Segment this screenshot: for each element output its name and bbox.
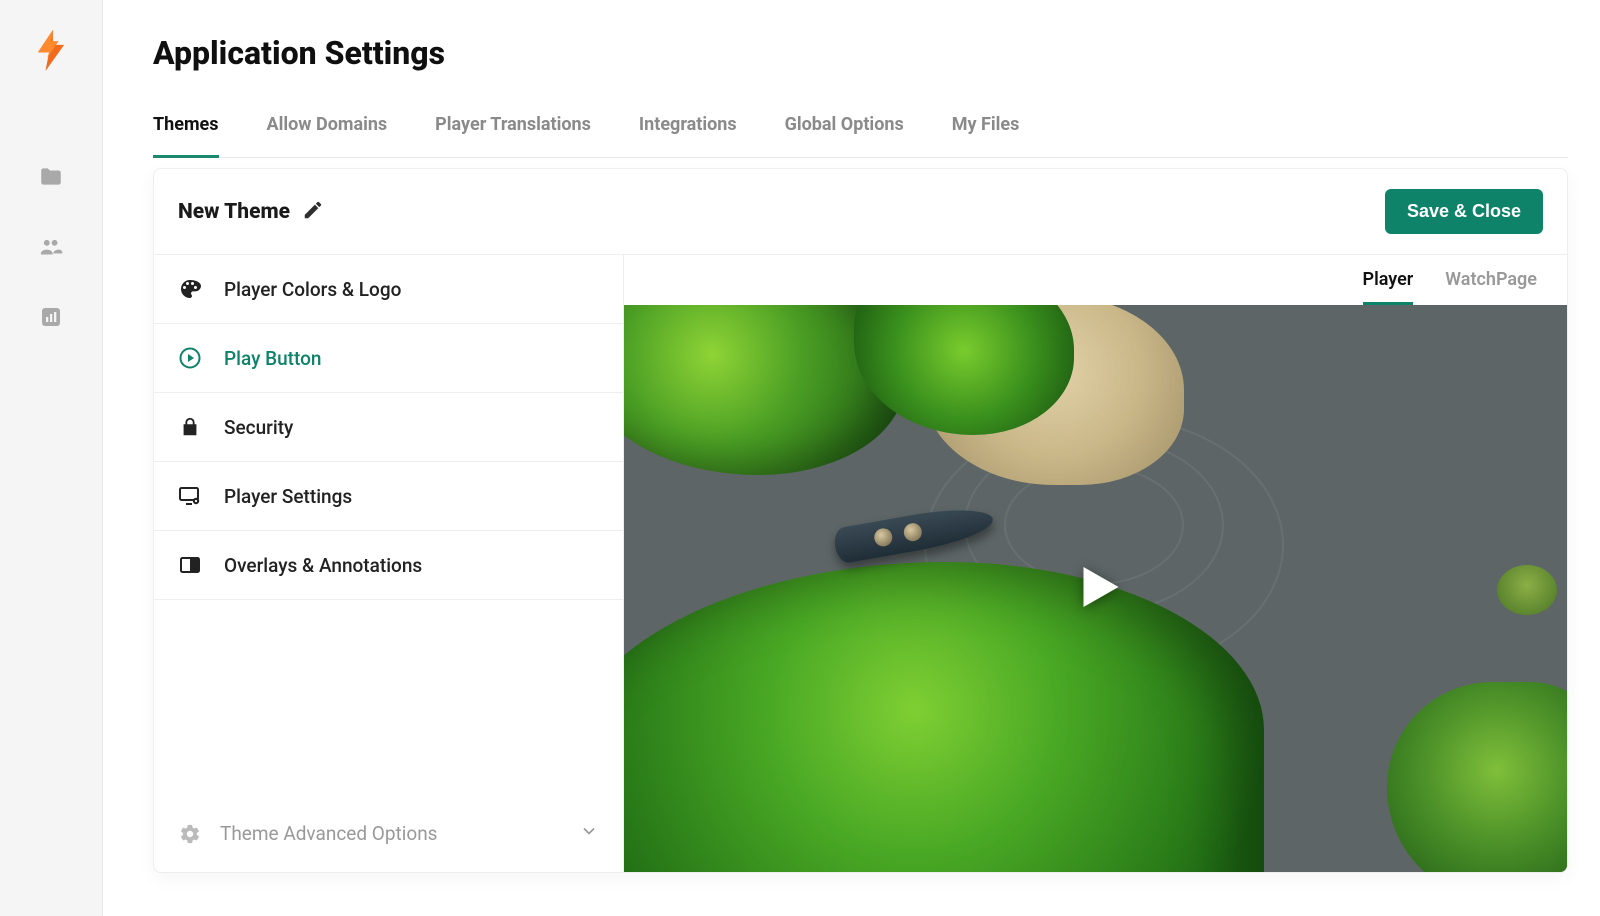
app-logo[interactable] — [31, 28, 71, 77]
preview-tab-watchpage[interactable]: WatchPage — [1445, 269, 1537, 305]
bar-chart-icon — [39, 305, 63, 329]
lock-icon — [178, 415, 202, 439]
side-item-label: Player Settings — [224, 485, 352, 508]
save-close-button[interactable]: Save & Close — [1385, 189, 1543, 234]
tab-integrations[interactable]: Integrations — [639, 114, 737, 158]
theme-settings-list: Player Colors & Logo Play Button Securit… — [154, 255, 624, 872]
side-item-play-button[interactable]: Play Button — [154, 324, 623, 393]
tab-player-translations[interactable]: Player Translations — [435, 114, 591, 158]
theme-name: New Theme — [178, 200, 290, 224]
tab-global-options[interactable]: Global Options — [785, 114, 904, 158]
side-item-label: Security — [224, 416, 293, 439]
users-icon — [38, 234, 64, 260]
pencil-icon — [302, 199, 324, 221]
preview-tab-player[interactable]: Player — [1363, 269, 1414, 305]
side-item-label: Player Colors & Logo — [224, 278, 401, 301]
play-circle-icon — [178, 346, 202, 370]
nav-folder[interactable] — [36, 162, 66, 192]
side-item-player-colors-logo[interactable]: Player Colors & Logo — [154, 255, 623, 324]
side-item-label: Play Button — [224, 347, 321, 370]
side-item-overlays-annotations[interactable]: Overlays & Annotations — [154, 531, 623, 600]
settings-tabs: Themes Allow Domains Player Translations… — [153, 114, 1568, 158]
nav-analytics[interactable] — [36, 302, 66, 332]
gear-icon — [178, 822, 202, 846]
theme-advanced-options[interactable]: Theme Advanced Options — [154, 801, 623, 872]
page-title: Application Settings — [153, 34, 1600, 72]
overlay-icon — [178, 553, 202, 577]
tab-my-files[interactable]: My Files — [952, 114, 1020, 158]
edit-theme-name-button[interactable] — [302, 199, 324, 225]
video-preview — [624, 305, 1567, 872]
foliage-small — [1497, 565, 1557, 615]
gear-monitor-icon — [178, 484, 202, 508]
side-item-label: Overlays & Annotations — [224, 554, 422, 577]
tab-themes[interactable]: Themes — [153, 114, 219, 158]
nav-users[interactable] — [36, 232, 66, 262]
advanced-options-label: Theme Advanced Options — [220, 822, 438, 845]
side-item-player-settings[interactable]: Player Settings — [154, 462, 623, 531]
tab-allow-domains[interactable]: Allow Domains — [267, 114, 388, 158]
folder-icon — [38, 164, 64, 190]
foliage-bottom-right — [1387, 682, 1567, 872]
bolt-logo-icon — [31, 28, 71, 73]
side-item-security[interactable]: Security — [154, 393, 623, 462]
preview-play-button[interactable] — [1066, 557, 1126, 621]
play-icon — [1066, 557, 1126, 617]
chevron-down-icon — [579, 821, 599, 846]
palette-icon — [178, 277, 202, 301]
